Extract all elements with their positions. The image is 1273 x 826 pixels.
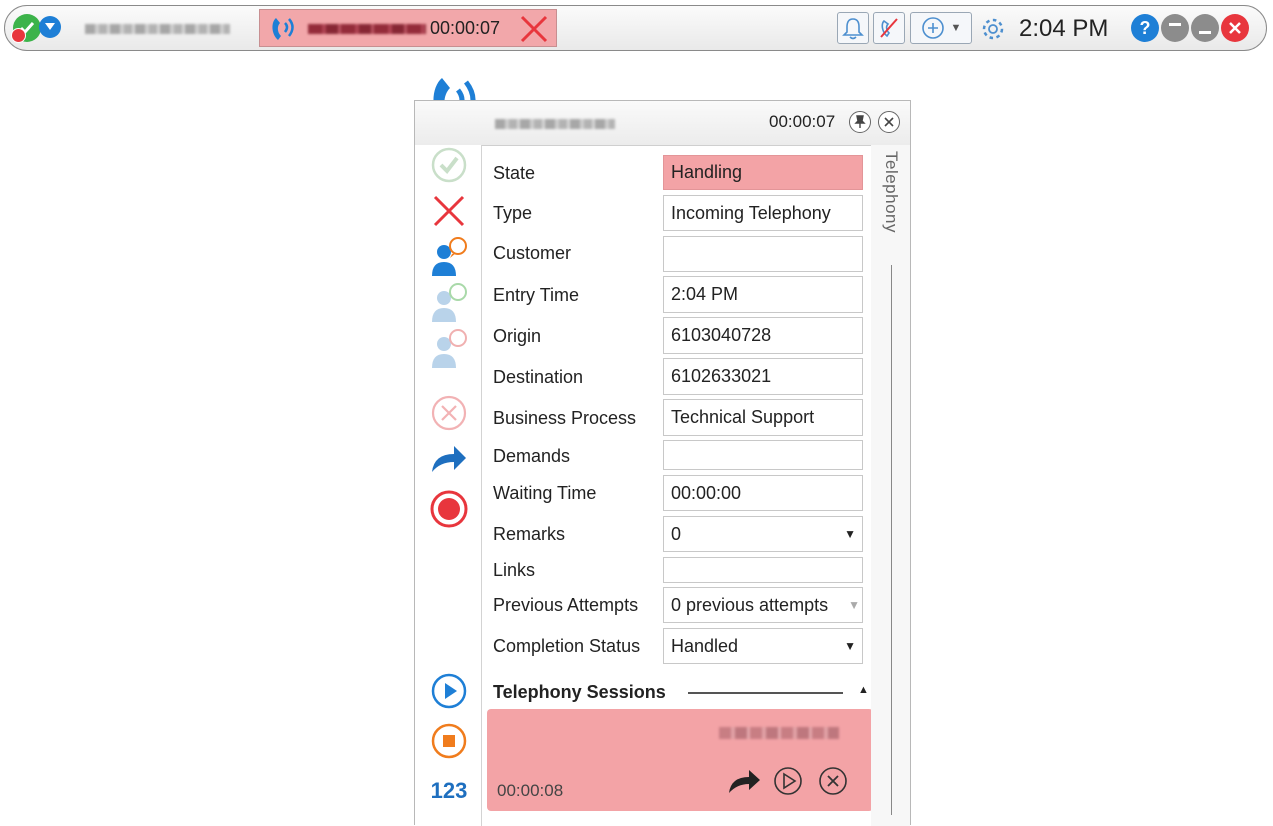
field-label: Links — [493, 560, 536, 580]
field-label: Completion Status — [493, 636, 641, 656]
chevron-down-icon: ▼ — [848, 598, 860, 612]
chevron-down-icon: ▼ — [844, 639, 856, 653]
close-panel-icon[interactable] — [878, 111, 900, 133]
accept-icon[interactable] — [429, 145, 469, 185]
field-row-type: Type Incoming Telephony — [483, 195, 871, 231]
customer-field[interactable] — [663, 236, 863, 272]
minimize-icon[interactable] — [1161, 14, 1189, 42]
active-call-tab[interactable]: 00:00:07 — [259, 9, 557, 47]
field-label: Origin — [493, 326, 542, 346]
forward-icon[interactable] — [429, 439, 469, 479]
hangup-icon[interactable] — [429, 191, 469, 231]
taskbar: 00:00:07 ▼ 2:04 PM ? — [4, 5, 1267, 51]
close-call-icon[interactable] — [518, 13, 550, 50]
state-field: Handling — [663, 155, 863, 190]
call-timer: 00:00:07 — [430, 18, 501, 38]
telephony-sessions-header[interactable]: Telephony Sessions ▲ — [493, 682, 871, 712]
side-tab-label: Telephony — [882, 151, 901, 234]
section-title: Telephony Sessions — [493, 682, 666, 702]
entry-time-field[interactable]: 2:04 PM — [663, 276, 863, 313]
phone-icon — [268, 14, 300, 49]
section-divider — [688, 692, 843, 694]
caller-name-redacted — [308, 24, 426, 34]
tool-strip: 123 — [415, 145, 482, 826]
destination-field[interactable]: 6102633021 — [663, 358, 863, 395]
demands-field[interactable] — [663, 440, 863, 470]
panel-header: 00:00:07 — [415, 101, 910, 146]
remarks-select[interactable]: 0 ▼ — [663, 516, 863, 552]
collapse-icon[interactable]: ▲ — [858, 684, 869, 696]
conference-consult-icon[interactable] — [429, 329, 469, 369]
field-row-demands: Demands — [483, 440, 871, 470]
telephony-side-tab[interactable]: Telephony — [871, 145, 910, 826]
field-row-links: Links — [483, 557, 871, 583]
type-field[interactable]: Incoming Telephony — [663, 195, 863, 231]
field-row-business-process: Business Process Technical Support — [483, 399, 871, 436]
chevron-down-icon: ▼ — [950, 22, 962, 34]
origin-field[interactable]: 6103040728 — [663, 317, 863, 354]
field-label: Previous Attempts — [493, 595, 639, 615]
field-row-state: State Handling — [483, 155, 871, 191]
close-icon[interactable] — [1221, 14, 1249, 42]
customer-consult-icon[interactable] — [429, 237, 469, 277]
agent-name-redacted — [85, 24, 230, 34]
telephony-session-card[interactable]: 00:00:08 — [487, 709, 873, 811]
restore-icon[interactable] — [1191, 14, 1219, 42]
field-row-destination: Destination 6102633021 — [483, 358, 871, 395]
field-label: Business Process — [493, 408, 637, 428]
chevron-down-icon: ▼ — [844, 527, 856, 541]
field-row-remarks: Remarks 0 ▼ — [483, 516, 871, 552]
field-label: Demands — [493, 446, 571, 466]
keypad-icon[interactable]: 123 — [429, 771, 469, 811]
field-row-completion-status: Completion Status Handled ▼ — [483, 628, 871, 664]
links-field[interactable] — [663, 557, 863, 583]
stop-icon[interactable] — [429, 721, 469, 761]
mute-button[interactable] — [873, 12, 905, 44]
previous-attempts-select[interactable]: 0 previous attempts ▼ — [663, 587, 863, 623]
session-play-icon[interactable] — [773, 766, 803, 801]
alerts-button[interactable] — [837, 12, 869, 44]
bell-icon — [842, 18, 864, 40]
clock: 2:04 PM — [1019, 15, 1109, 42]
help-icon[interactable]: ? — [1131, 14, 1159, 42]
telephony-panel: 00:00:07 123 State Handling Type Incomin… — [414, 100, 911, 826]
session-close-icon[interactable] — [818, 766, 848, 801]
mute-icon — [880, 18, 898, 38]
field-label: Type — [493, 203, 533, 223]
field-row-entry-time: Entry Time 2:04 PM — [483, 276, 871, 313]
waiting-time-field[interactable]: 00:00:00 — [663, 475, 863, 511]
status-ready-icon[interactable] — [11, 14, 41, 43]
field-label: Waiting Time — [493, 483, 597, 503]
field-label: Entry Time — [493, 285, 580, 305]
business-process-field[interactable]: Technical Support — [663, 399, 863, 436]
field-label: State — [493, 163, 536, 183]
field-row-waiting-time: Waiting Time 00:00:00 — [483, 475, 871, 511]
cancel-icon[interactable] — [429, 393, 469, 433]
dropdown-icon[interactable] — [39, 16, 61, 38]
add-menu-button[interactable]: ▼ — [910, 12, 972, 44]
field-label: Destination — [493, 367, 584, 387]
completion-status-select[interactable]: Handled ▼ — [663, 628, 863, 664]
session-timer: 00:00:08 — [497, 781, 564, 800]
session-contact-redacted — [719, 727, 839, 739]
field-label: Remarks — [493, 524, 566, 544]
record-icon[interactable] — [429, 489, 469, 529]
play-icon[interactable] — [429, 671, 469, 711]
contact-name-redacted — [495, 119, 615, 129]
gear-icon[interactable] — [981, 17, 1005, 46]
add-icon — [921, 17, 944, 39]
pin-icon[interactable] — [849, 111, 871, 133]
field-label: Customer — [493, 243, 572, 263]
panel-timer: 00:00:07 — [769, 112, 836, 131]
transfer-consult-icon[interactable] — [429, 283, 469, 323]
interaction-form: State Handling Type Incoming Telephony C… — [483, 145, 873, 826]
field-row-origin: Origin 6103040728 — [483, 317, 871, 354]
field-row-previous-attempts: Previous Attempts 0 previous attempts ▼ — [483, 587, 871, 623]
session-forward-icon[interactable] — [727, 767, 761, 800]
side-tab-divider — [891, 265, 892, 815]
field-row-customer: Customer — [483, 236, 871, 272]
